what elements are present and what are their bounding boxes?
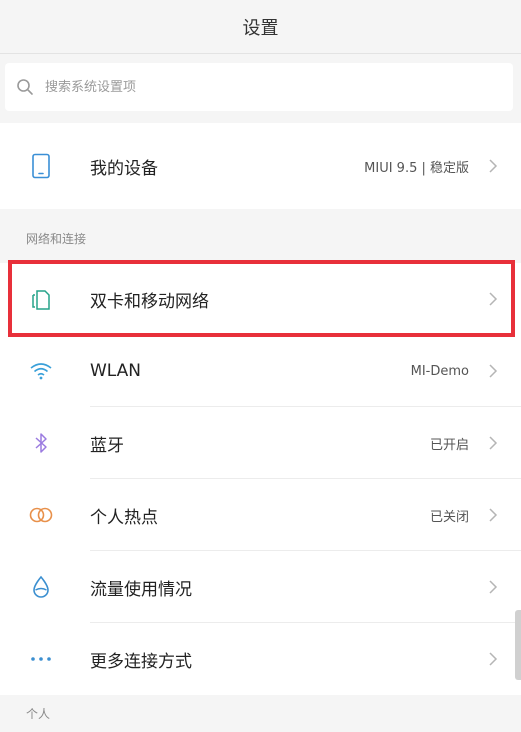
- settings-row-bluetooth[interactable]: 蓝牙 已开启: [0, 407, 521, 479]
- dual-sim-label: 双卡和移动网络: [90, 291, 209, 312]
- settings-row-wlan[interactable]: WLAN MI-Demo: [0, 335, 521, 407]
- settings-row-dual-sim[interactable]: 双卡和移动网络: [0, 263, 521, 335]
- more-dots-icon: [24, 623, 58, 695]
- chevron-right-icon: [485, 263, 501, 335]
- chevron-right-icon: [485, 123, 501, 209]
- search-area: [0, 55, 521, 120]
- section-title-personal: 个人: [26, 707, 51, 721]
- search-box[interactable]: [5, 63, 513, 111]
- settings-screen: 设置 我的设备 MIUI 9.5 | 稳定版: [0, 0, 521, 732]
- data-usage-label: 流量使用情况: [90, 579, 192, 600]
- chevron-right-icon: [485, 479, 501, 551]
- chevron-right-icon: [485, 335, 501, 407]
- settings-row-data-usage[interactable]: 流量使用情况: [0, 551, 521, 623]
- scroll-edge[interactable]: [515, 610, 521, 680]
- my-device-row[interactable]: 我的设备 MIUI 9.5 | 稳定版: [0, 123, 521, 209]
- chevron-right-icon: [485, 551, 501, 623]
- wifi-icon: [24, 335, 58, 407]
- my-device-version: MIUI 9.5 | 稳定版: [364, 160, 469, 176]
- settings-row-more-connections[interactable]: 更多连接方式: [0, 623, 521, 695]
- dual-sim-icon: [24, 263, 58, 335]
- wlan-network-name: MI-Demo: [410, 363, 469, 379]
- chevron-right-icon: [485, 623, 501, 695]
- device-card: 我的设备 MIUI 9.5 | 稳定版: [0, 123, 521, 209]
- bluetooth-label: 蓝牙: [90, 435, 124, 456]
- bluetooth-status: 已开启: [429, 437, 469, 453]
- wlan-label: WLAN: [90, 361, 142, 381]
- bluetooth-icon: [24, 407, 58, 479]
- phone-icon: [24, 123, 58, 209]
- search-icon: [5, 63, 45, 111]
- search-input[interactable]: [45, 63, 513, 111]
- chevron-right-icon: [485, 407, 501, 479]
- hotspot-label: 个人热点: [90, 507, 158, 528]
- section-header-personal: 个人: [0, 695, 521, 732]
- more-connections-label: 更多连接方式: [90, 651, 192, 672]
- data-usage-icon: [24, 551, 58, 623]
- page-title: 设置: [242, 17, 279, 39]
- section-title-network: 网络和连接: [26, 231, 87, 246]
- hotspot-status: 已关闭: [429, 509, 469, 525]
- section-header-network: 网络和连接: [0, 213, 521, 263]
- settings-row-hotspot[interactable]: 个人热点 已关闭: [0, 479, 521, 551]
- network-card: 双卡和移动网络 WLAN MI-Demo 蓝牙 已开启 个人热点 已关闭 流量使…: [0, 263, 521, 695]
- my-device-label: 我的设备: [90, 158, 158, 179]
- title-bar: 设置: [0, 0, 521, 54]
- hotspot-icon: [24, 479, 58, 551]
